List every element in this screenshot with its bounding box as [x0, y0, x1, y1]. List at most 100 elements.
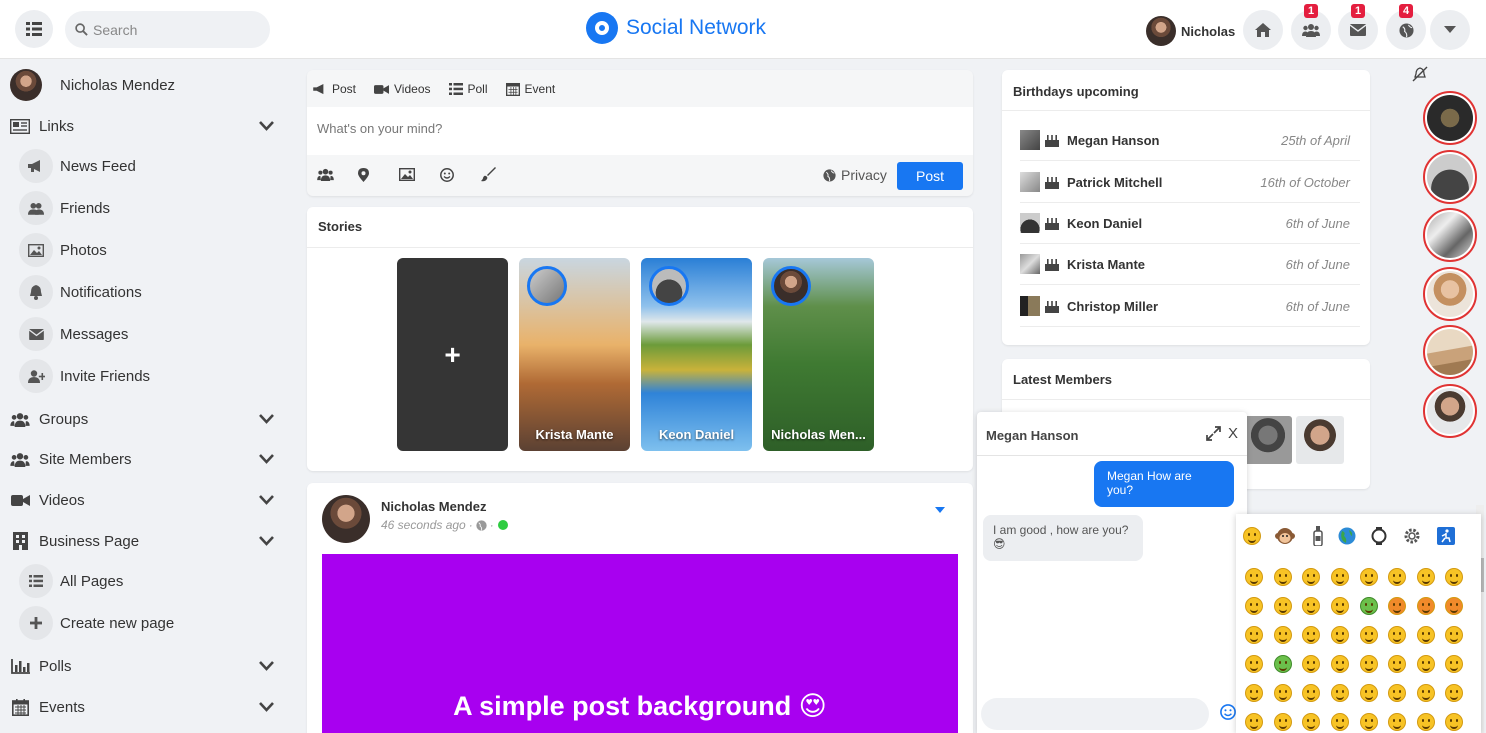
emoji[interactable] — [1440, 562, 1469, 591]
tab-event[interactable]: Event — [505, 82, 555, 96]
emoji[interactable] — [1240, 707, 1269, 733]
tab-post[interactable]: Post — [313, 82, 356, 96]
emoji[interactable] — [1297, 591, 1326, 620]
add-story-button[interactable]: + — [397, 258, 508, 451]
emoji[interactable] — [1440, 591, 1469, 620]
emoji[interactable] — [1412, 649, 1441, 678]
emoji[interactable] — [1383, 707, 1412, 733]
sidebar-item-news-feed[interactable]: News Feed — [19, 148, 136, 184]
emoji[interactable] — [1354, 620, 1383, 649]
account-menu-button[interactable] — [1430, 10, 1470, 50]
feeling-button[interactable] — [440, 167, 481, 182]
emoji[interactable] — [1383, 678, 1412, 707]
friends-requests-button[interactable]: 1 — [1291, 4, 1331, 50]
emoji[interactable] — [1412, 562, 1441, 591]
emoji-category-animals[interactable] — [1275, 526, 1295, 546]
chat-message-input[interactable] — [981, 698, 1209, 730]
background-button[interactable] — [481, 167, 522, 182]
emoji[interactable] — [1269, 620, 1298, 649]
emoji[interactable] — [1240, 678, 1269, 707]
sidebar-item-photos[interactable]: Photos — [19, 232, 107, 268]
sidebar-item-polls[interactable]: Polls — [0, 648, 290, 684]
sidebar-item-create-new-page[interactable]: Create new page — [19, 605, 174, 641]
emoji[interactable] — [1383, 562, 1412, 591]
story-card[interactable]: Krista Mante — [519, 258, 630, 451]
emoji[interactable] — [1269, 562, 1298, 591]
post-button[interactable]: Post — [897, 162, 963, 190]
emoji[interactable] — [1269, 678, 1298, 707]
emoji-picker-icon[interactable] — [1220, 704, 1236, 720]
composer-input[interactable]: What's on your mind? — [307, 107, 973, 155]
emoji-category-food[interactable] — [1308, 526, 1328, 546]
location-button[interactable] — [358, 167, 399, 182]
sidebar-item-notifications[interactable]: Notifications — [19, 274, 142, 310]
emoji[interactable] — [1326, 707, 1355, 733]
emoji[interactable] — [1269, 591, 1298, 620]
messages-button[interactable]: 1 — [1338, 4, 1378, 50]
member-photo[interactable] — [1296, 416, 1344, 464]
emoji[interactable] — [1240, 591, 1269, 620]
sidebar-item-events[interactable]: Events — [0, 689, 290, 725]
emoji[interactable] — [1326, 678, 1355, 707]
emoji[interactable] — [1412, 707, 1441, 733]
story-card[interactable]: Keon Daniel — [641, 258, 752, 451]
emoji[interactable] — [1354, 562, 1383, 591]
emoji[interactable] — [1240, 649, 1269, 678]
avatar[interactable] — [322, 495, 370, 543]
emoji[interactable] — [1297, 678, 1326, 707]
notifications-button[interactable]: 4 — [1386, 4, 1426, 50]
online-user-avatar[interactable] — [1423, 325, 1477, 379]
emoji[interactable] — [1383, 620, 1412, 649]
emoji[interactable] — [1354, 591, 1383, 620]
close-button[interactable]: X — [1228, 425, 1238, 442]
search-input[interactable]: Search — [65, 11, 270, 48]
tab-videos[interactable]: Videos — [374, 82, 431, 96]
top-user-profile[interactable]: Nicholas — [1146, 16, 1235, 46]
tab-poll[interactable]: Poll — [448, 82, 488, 96]
emoji-category-smileys[interactable] — [1242, 526, 1262, 546]
list-item[interactable]: Patrick Mitchell 16th of October — [1020, 162, 1360, 203]
emoji-category-travel[interactable] — [1337, 526, 1357, 546]
emoji[interactable] — [1412, 591, 1441, 620]
emoji[interactable] — [1297, 562, 1326, 591]
emoji[interactable] — [1297, 620, 1326, 649]
sidebar-item-videos[interactable]: Videos — [0, 482, 290, 518]
online-user-avatar[interactable] — [1423, 208, 1477, 262]
brand[interactable]: Social Network — [586, 12, 766, 44]
sidebar-item-site-members[interactable]: Site Members — [0, 441, 290, 477]
emoji[interactable] — [1354, 678, 1383, 707]
emoji[interactable] — [1440, 649, 1469, 678]
online-user-avatar[interactable] — [1423, 91, 1477, 145]
emoji-category-activities[interactable] — [1369, 526, 1389, 546]
sidebar-item-invite-friends[interactable]: Invite Friends — [19, 358, 150, 394]
sidebar-item-business-page[interactable]: Business Page — [0, 523, 290, 559]
emoji[interactable] — [1326, 649, 1355, 678]
post-author[interactable]: Nicholas Mendez — [381, 499, 486, 514]
story-card[interactable]: Nicholas Men... — [763, 258, 874, 451]
emoji[interactable] — [1440, 678, 1469, 707]
emoji[interactable] — [1269, 649, 1298, 678]
member-photo[interactable] — [1244, 416, 1292, 464]
menu-button[interactable] — [15, 10, 53, 48]
online-user-avatar[interactable] — [1423, 150, 1477, 204]
online-user-avatar[interactable] — [1423, 267, 1477, 321]
mute-notifications-icon[interactable] — [1412, 66, 1428, 82]
emoji[interactable] — [1326, 620, 1355, 649]
emoji[interactable] — [1269, 707, 1298, 733]
tag-friends-button[interactable] — [317, 167, 358, 182]
emoji[interactable] — [1354, 707, 1383, 733]
chat-contact-name[interactable]: Megan Hanson — [986, 428, 1078, 443]
emoji-category-objects[interactable] — [1402, 526, 1422, 546]
emoji[interactable] — [1383, 591, 1412, 620]
sidebar-item-links[interactable]: Links — [0, 108, 290, 144]
online-user-avatar[interactable] — [1423, 384, 1477, 438]
emoji[interactable] — [1412, 620, 1441, 649]
sidebar-item-friends[interactable]: Friends — [19, 190, 110, 226]
privacy-selector[interactable]: Privacy — [823, 167, 887, 183]
sidebar-item-all-pages[interactable]: All Pages — [19, 563, 123, 599]
sidebar-item-groups[interactable]: Groups — [0, 401, 290, 437]
list-item[interactable]: Keon Daniel 6th of June — [1020, 203, 1360, 244]
sidebar-profile[interactable]: Nicholas Mendez — [10, 69, 175, 101]
emoji[interactable] — [1240, 562, 1269, 591]
caret-down-icon[interactable] — [935, 507, 945, 513]
